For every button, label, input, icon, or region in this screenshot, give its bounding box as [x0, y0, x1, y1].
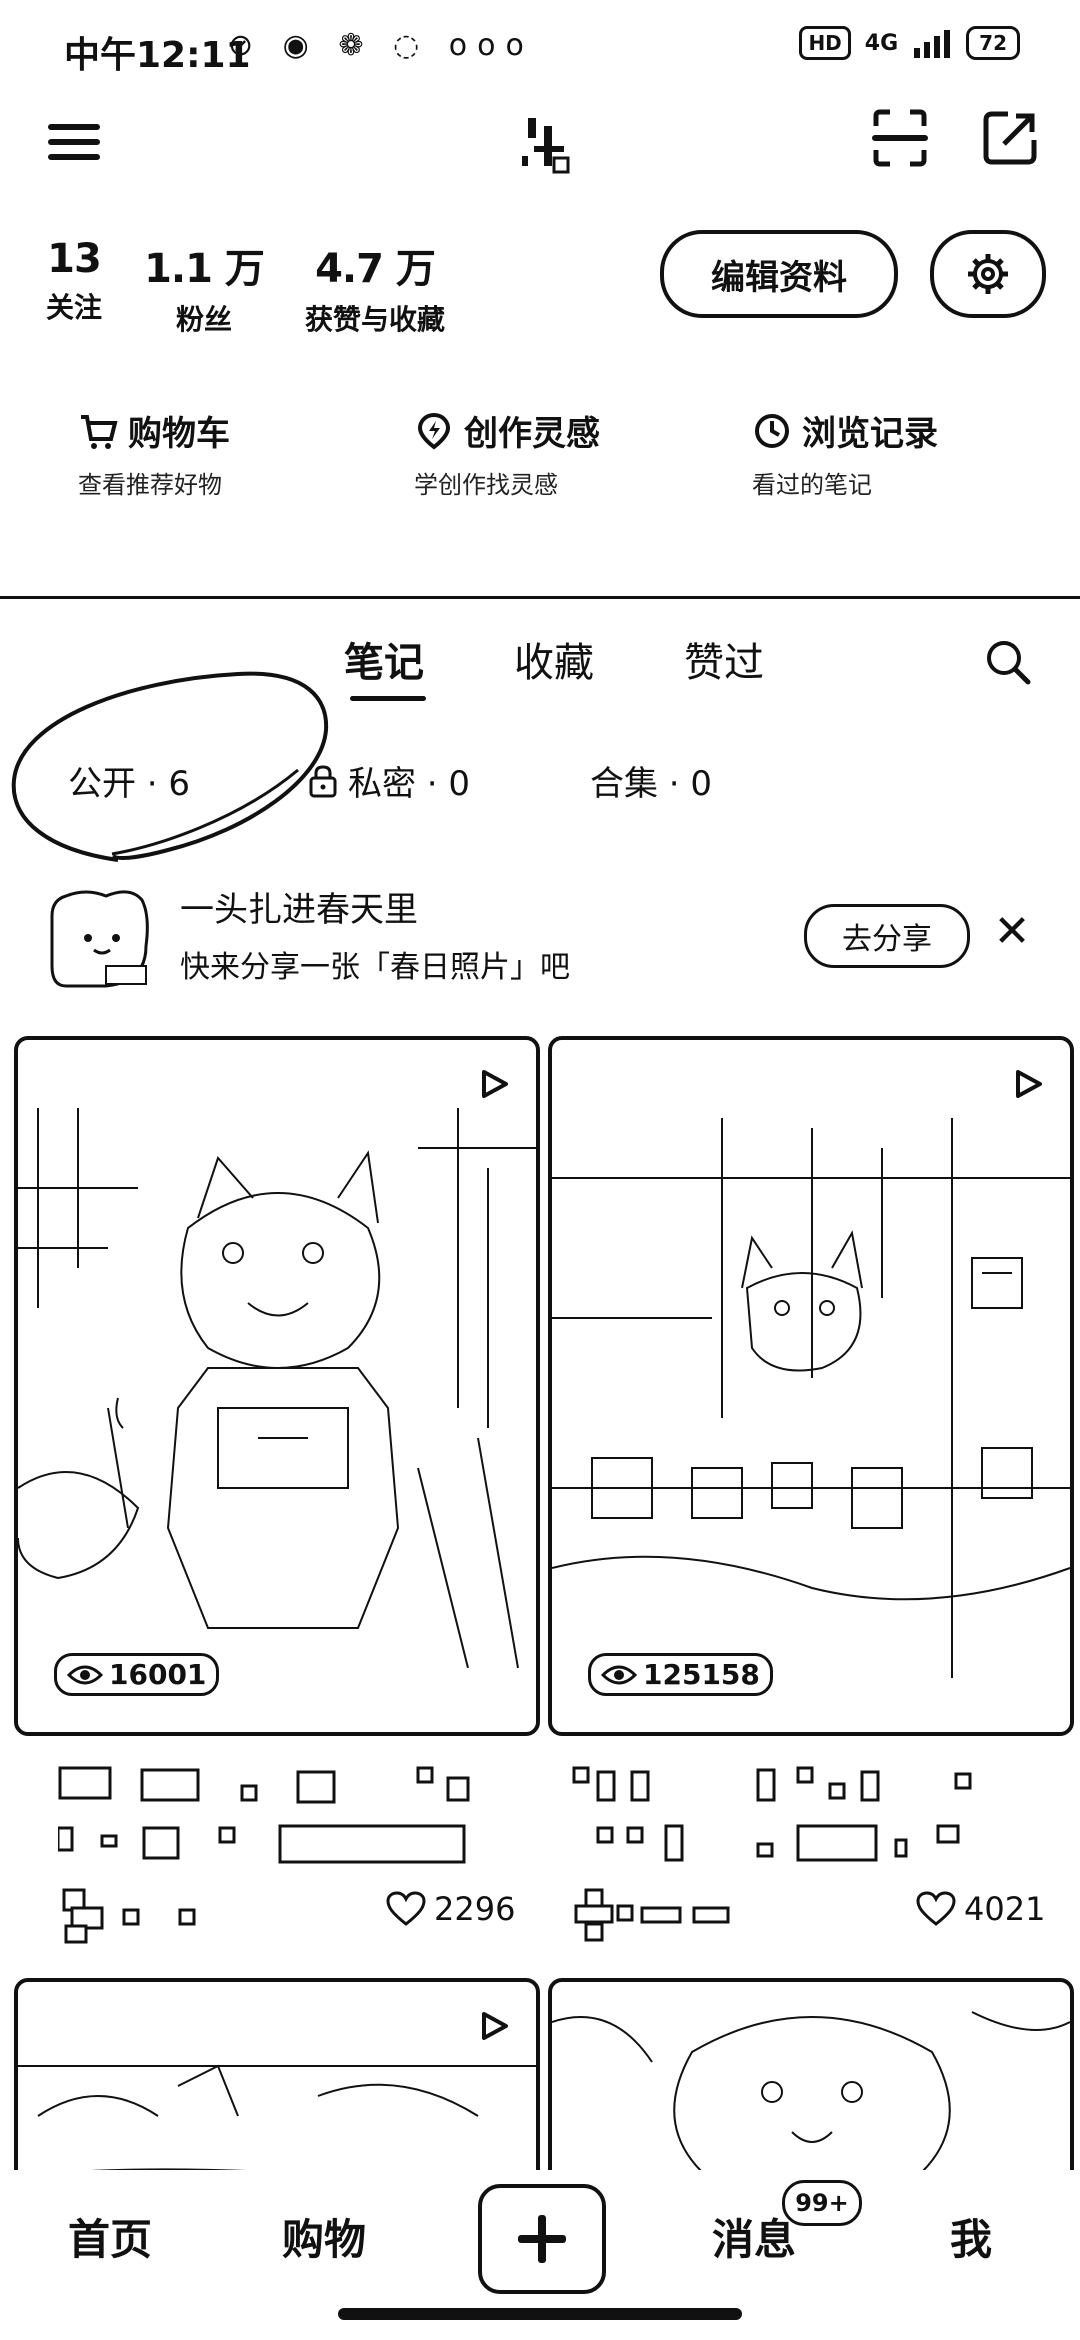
nav-me[interactable]: 我 [950, 2206, 992, 2267]
note-card[interactable]: 125158 [548, 1036, 1074, 1736]
subtab-public[interactable]: 公开 · 6 [68, 756, 190, 805]
stat-label: 粉丝 [175, 303, 232, 336]
eye-icon [67, 1665, 103, 1684]
eye-icon [601, 1665, 637, 1684]
quick-link-cart[interactable]: 购物车 查看推荐好物 [78, 406, 378, 500]
like-count[interactable]: 2296 [386, 1890, 515, 1928]
like-count-value: 2296 [434, 1890, 516, 1928]
quick-link-sub: 查看推荐好物 [78, 471, 222, 499]
clock-icon [755, 413, 789, 448]
note-title-redacted [58, 1766, 470, 1864]
quick-link-sub: 看过的笔记 [752, 471, 872, 499]
subtab-private[interactable]: 私密 · 0 [308, 756, 470, 805]
video-play-icon [482, 2012, 508, 2040]
note-author-avatar [574, 1888, 730, 1942]
banner-subtitle: 快来分享一张「春日照片」吧 [180, 950, 570, 985]
quick-link-history[interactable]: 浏览记录 看过的笔记 [752, 406, 1052, 500]
stat-followers[interactable]: 1.1 万 粉丝 [144, 236, 265, 338]
divider [0, 596, 1080, 599]
view-count: 16001 [54, 1653, 220, 1696]
bulb-icon [417, 412, 451, 449]
status-bar: 中午12:11 ⊘ ◉ ❁ ◌ ooo HD 4G 72 [0, 0, 1080, 96]
banner-title: 一头扎进春天里 [180, 890, 418, 930]
quick-link-title: 购物车 [128, 414, 230, 454]
tab-liked[interactable]: 赞过 [684, 630, 764, 688]
search-icon[interactable] [982, 636, 1034, 688]
stat-number: 4.7 万 [315, 246, 436, 292]
like-count[interactable]: 4021 [916, 1890, 1045, 1928]
edit-profile-button[interactable]: 编辑资料 [660, 230, 898, 318]
stat-label: 获赞与收藏 [304, 303, 445, 336]
quick-link-inspiration[interactable]: 创作灵感 学创作找灵感 [414, 406, 714, 500]
quick-link-title: 浏览记录 [802, 414, 938, 454]
settings-button[interactable] [930, 230, 1046, 318]
stat-number: 13 [47, 236, 102, 282]
stat-number: 1.1 万 [144, 246, 265, 292]
video-play-icon [1016, 1070, 1042, 1098]
hd-icon: HD [799, 26, 851, 60]
view-count-value: 16001 [109, 1658, 207, 1691]
cart-icon [81, 414, 118, 449]
subtab-label: 私密 · 0 [348, 764, 471, 804]
heart-icon [916, 1891, 956, 1926]
quick-link-title: 创作灵感 [464, 414, 600, 454]
like-count-value: 4021 [964, 1890, 1046, 1928]
view-count: 125158 [588, 1653, 773, 1696]
note-cover-image [18, 1108, 536, 1668]
subtab-collection[interactable]: 合集 · 0 [590, 756, 712, 805]
note-title-redacted [572, 1766, 972, 1862]
share-icon[interactable] [978, 106, 1042, 170]
stat-label: 关注 [45, 291, 102, 324]
tab-collections[interactable]: 收藏 [514, 630, 594, 688]
gear-icon [968, 254, 1008, 294]
menu-icon[interactable] [44, 112, 104, 172]
lock-icon [309, 764, 337, 797]
note-card[interactable]: 16001 [14, 1036, 540, 1736]
video-play-icon [482, 1070, 508, 1098]
notification-icons: ⊘ ◉ ❁ ◌ ooo [228, 28, 534, 63]
network-label: 4G [864, 30, 899, 56]
view-count-value: 125158 [643, 1658, 760, 1691]
publish-button[interactable] [478, 2184, 606, 2294]
nav-shopping[interactable]: 购物 [282, 2206, 366, 2267]
plus-icon [518, 2215, 566, 2263]
scan-icon[interactable] [868, 106, 932, 170]
stat-likes-collects[interactable]: 4.7 万 获赞与收藏 [290, 236, 460, 338]
quick-link-sub: 学创作找灵感 [414, 471, 558, 499]
banner-mascot-icon [50, 890, 149, 988]
system-icons: HD 4G 72 [799, 26, 1020, 60]
signal-icon [914, 30, 951, 58]
status-time: 中午12:11 [64, 35, 251, 76]
note-author-avatar [62, 1888, 196, 1944]
tab-underline [350, 696, 426, 701]
tab-notes[interactable]: 笔记 [344, 630, 424, 688]
heart-icon [386, 1891, 426, 1926]
battery-icon: 72 [966, 26, 1020, 60]
stat-following[interactable]: 13 关注 [34, 236, 114, 326]
nav-home[interactable]: 首页 [68, 2206, 152, 2267]
home-indicator[interactable] [338, 2308, 742, 2320]
close-banner-button[interactable]: ✕ [992, 906, 1032, 958]
note-cover-image [552, 1118, 1070, 1678]
nav-messages[interactable]: 消息 [712, 2206, 796, 2267]
message-badge: 99+ [782, 2180, 862, 2226]
share-now-button[interactable]: 去分享 [804, 904, 970, 968]
avatar[interactable] [510, 112, 580, 182]
